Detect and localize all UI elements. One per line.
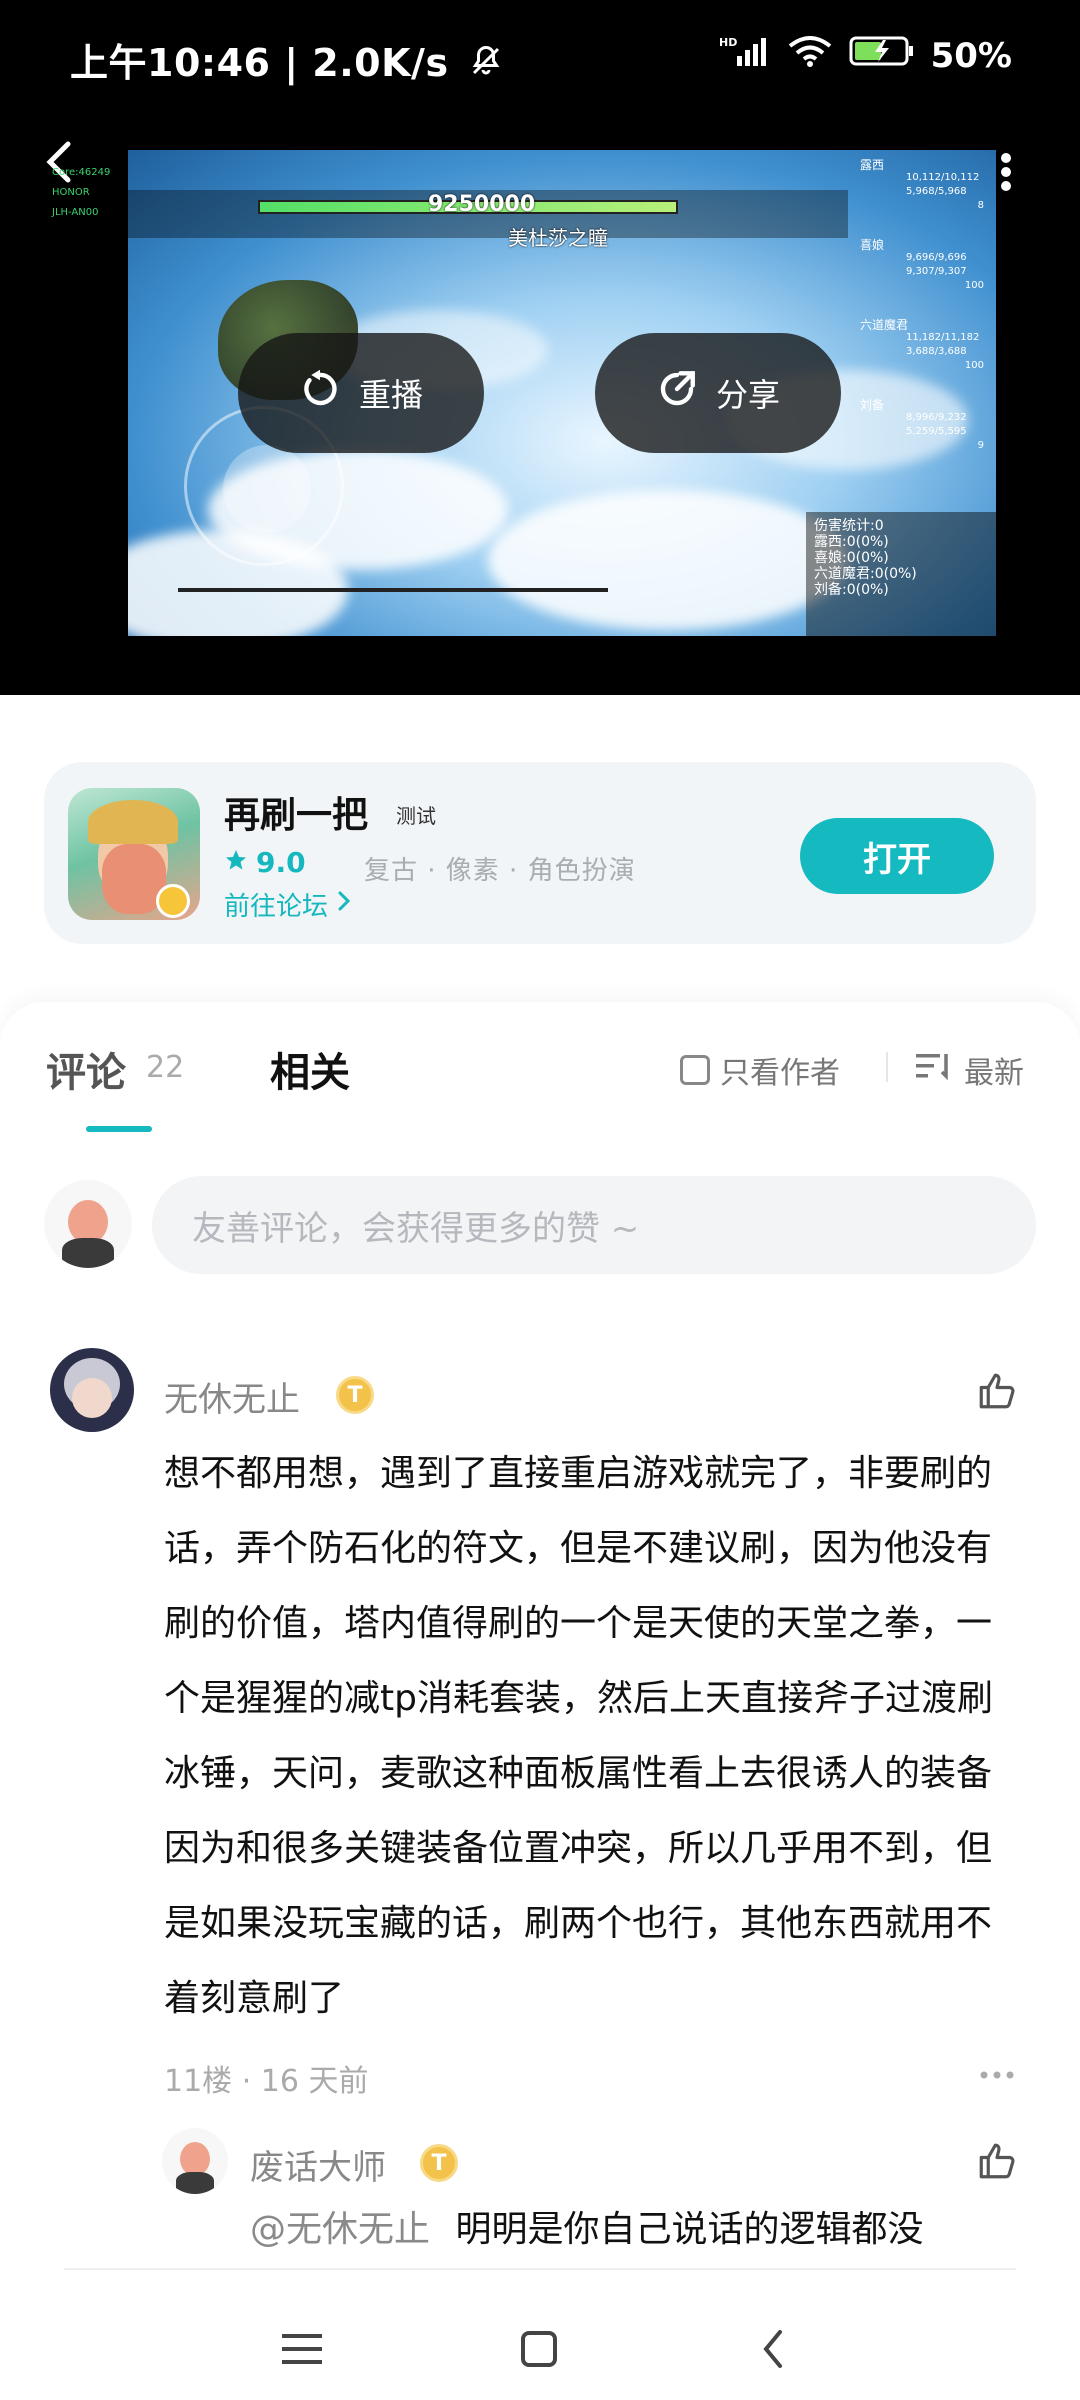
sort-icon	[914, 1050, 954, 1090]
overlay-line: JLH-AN00	[52, 207, 99, 218]
device-overlay-text: Core:46249 HONOR JLH-AN00	[52, 163, 110, 223]
forum-link[interactable]: 前往论坛	[224, 886, 352, 923]
reply-mention[interactable]: @无休无止	[250, 2209, 430, 2250]
party-hp: 9,696/9,696	[906, 252, 967, 263]
wifi-icon	[787, 34, 833, 77]
damage-line: 六道魔君:0(0%)	[814, 566, 917, 582]
share-button[interactable]: 分享	[595, 333, 841, 453]
commenter-name[interactable]: 无休无止	[164, 1372, 300, 1421]
app-rating: 9.0	[224, 846, 306, 879]
comment-input[interactable]: 友善评论，会获得更多的赞 ~	[152, 1176, 1036, 1274]
party-tp: 100	[964, 280, 984, 291]
boss-hp-number: 9250000	[428, 192, 536, 217]
app-name: 再刷一把	[224, 795, 369, 836]
like-icon[interactable]	[976, 2140, 1018, 2186]
comment-input-placeholder: 友善评论，会获得更多的赞 ~	[192, 1208, 640, 1249]
boss-name: 美杜莎之瞳	[508, 226, 608, 250]
tab-indicator	[86, 1126, 152, 1132]
share-icon	[656, 368, 698, 418]
party-member: 喜娘 9,696/9,696 9,307/9,307 100	[832, 236, 992, 316]
overlay-line: Core:46249	[52, 167, 111, 178]
level-badge: T	[336, 1376, 374, 1414]
party-name: 刘备	[860, 398, 885, 412]
status-bar: 上午10:46 | 2.0K/s HD 50%	[0, 0, 1080, 120]
app-tag: 测试	[396, 804, 436, 828]
tab-comments[interactable]: 评论	[46, 1040, 126, 1098]
replay-button[interactable]: 重播	[238, 333, 484, 453]
damage-stats-panel: 伤害统计:0 露西:0(0%) 喜娘:0(0%) 六道魔君:0(0%) 刘备:0…	[806, 512, 996, 636]
share-label: 分享	[715, 376, 780, 414]
rating-value: 9.0	[256, 846, 306, 879]
damage-line: 喜娘:0(0%)	[814, 550, 889, 566]
game-video[interactable]: 9250000 美杜莎之瞳 露西 10,112/10,112 5,968/5,9…	[128, 150, 996, 636]
app-card[interactable]: 再刷一把 测试 9.0 复古 · 像素 · 角色扮演 前往论坛 打开	[44, 762, 1036, 944]
app-icon	[68, 788, 200, 920]
checkbox-icon	[680, 1055, 710, 1085]
party-mp: 3,688/3,688	[906, 346, 967, 357]
party-mp: 9,307/9,307	[906, 266, 967, 277]
damage-line: 伤害统计:0	[814, 518, 884, 534]
chevron-right-icon	[336, 889, 352, 920]
turn-timeline	[178, 588, 608, 592]
more-options-icon[interactable]	[980, 2064, 1014, 2083]
party-hp: 8,996/9,232	[906, 412, 967, 423]
home-icon[interactable]	[520, 2330, 558, 2372]
like-icon[interactable]	[976, 1370, 1018, 1416]
level-badge: T	[420, 2144, 458, 2182]
comment-body: 想不都用想，遇到了直接重启游戏就完了，非要刷的话，弄个防石化的符文，但是不建议刷…	[164, 1453, 993, 2019]
only-author-toggle[interactable]: 只看作者	[680, 1048, 840, 1092]
video-more-icon[interactable]	[1000, 152, 1012, 196]
party-name: 喜娘	[860, 238, 885, 252]
party-mp: 5,259/5,595	[906, 426, 967, 437]
replier-name[interactable]: 废话大师	[250, 2140, 386, 2189]
party-mp: 5,968/5,968	[906, 186, 967, 197]
party-member: 露西 10,112/10,112 5,968/5,968 8	[832, 156, 992, 236]
divider	[64, 2268, 1016, 2270]
damage-line: 刘备:0(0%)	[814, 582, 889, 598]
forum-link-label: 前往论坛	[224, 892, 329, 922]
battery-percent: 50%	[930, 35, 1012, 76]
app-tags: 复古 · 像素 · 角色扮演	[364, 856, 636, 886]
comment-count: 22	[146, 1050, 185, 1085]
tab-related[interactable]: 相关	[270, 1040, 350, 1098]
status-left: 上午10:46 | 2.0K/s	[70, 32, 504, 88]
replier-avatar[interactable]	[162, 2128, 228, 2194]
party-name: 六道魔君	[860, 318, 909, 332]
star-icon	[224, 846, 248, 879]
system-nav-bar	[0, 2292, 1080, 2400]
party-hp: 10,112/10,112	[906, 172, 980, 183]
party-hp: 11,182/11,182	[906, 332, 980, 343]
svg-text:HD: HD	[719, 36, 737, 49]
sort-label: 最新	[964, 1056, 1024, 1091]
replay-icon	[299, 368, 341, 418]
party-name: 露西	[860, 158, 885, 172]
reply-body: @无休无止 明明是你自己说话的逻辑都没	[250, 2200, 923, 2252]
party-member: 刘备 8,996/9,232 5,259/5,595 9	[832, 396, 992, 476]
damage-line: 露西:0(0%)	[814, 534, 889, 550]
menu-icon[interactable]	[282, 2332, 322, 2370]
status-time-speed: 上午10:46 | 2.0K/s	[70, 41, 449, 85]
party-tp: 100	[964, 360, 984, 371]
battery-icon	[849, 34, 915, 77]
overlay-line: HONOR	[52, 187, 90, 198]
replay-label: 重播	[358, 376, 423, 414]
party-tp: 8	[977, 200, 984, 211]
back-nav-icon[interactable]	[760, 2328, 786, 2374]
sort-button[interactable]: 最新	[914, 1048, 1024, 1092]
comment-meta: 11楼 · 16 天前	[164, 2064, 369, 2099]
signal-icon: HD	[719, 34, 771, 77]
divider	[886, 1052, 888, 1082]
only-author-label: 只看作者	[720, 1056, 840, 1091]
my-avatar[interactable]	[44, 1180, 132, 1268]
commenter-avatar[interactable]	[50, 1348, 134, 1432]
reply-text: 明明是你自己说话的逻辑都没	[455, 2209, 924, 2250]
party-member: 六道魔君 11,182/11,182 3,688/3,688 100	[832, 316, 992, 396]
open-button[interactable]: 打开	[800, 818, 994, 894]
status-right: HD 50%	[719, 34, 1012, 77]
party-tp: 9	[977, 440, 984, 451]
mute-icon	[468, 43, 504, 88]
